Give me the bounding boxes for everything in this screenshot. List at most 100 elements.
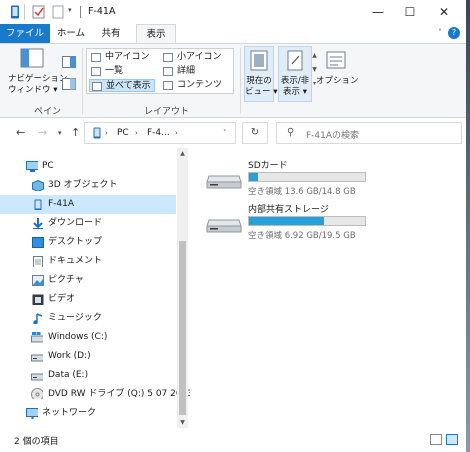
back-button[interactable]: ←: [16, 126, 25, 139]
nav-item-label: Windows (C:): [48, 332, 108, 342]
current-view-button[interactable]: 現在の ビュー ▾: [244, 46, 277, 102]
nav-item-downloads[interactable]: ダウンロード: [0, 214, 176, 233]
phone-icon: [93, 127, 101, 139]
refresh-button[interactable]: ↻: [242, 122, 268, 144]
address-bar[interactable]: › PC › F-4... › ˅: [84, 122, 236, 144]
status-bar: 2 個の項目: [0, 428, 466, 452]
tab-home[interactable]: ホーム: [52, 24, 90, 43]
show-hide-label-2: 表示: [283, 87, 301, 97]
list-icon: [91, 67, 101, 76]
layout-list-label: 一覧: [105, 66, 124, 76]
tab-view[interactable]: 表示: [136, 24, 176, 43]
explorer-window: ▾ F-41A — ☐ ✕ ファイル ホーム 共有 表示 ˄ ? ナビゲーション…: [0, 0, 470, 452]
options-icon: [326, 51, 346, 69]
nav-item-pictures[interactable]: ピクチャ: [0, 271, 176, 290]
properties-icon[interactable]: [32, 5, 46, 19]
chevron-right-icon[interactable]: ›: [175, 129, 178, 137]
options-button[interactable]: オプション: [316, 50, 359, 87]
nav-item-label: ダウンロード: [48, 218, 103, 228]
layout-details[interactable]: 詳細: [161, 65, 231, 78]
scroll-down-icon[interactable]: ▼: [177, 417, 188, 428]
chevron-right-icon[interactable]: ›: [135, 129, 138, 137]
close-button[interactable]: ✕: [428, 0, 460, 24]
drive-icon: [206, 219, 242, 233]
layout-content-label: コンテンツ: [177, 80, 223, 90]
current-view-label: 現在の: [246, 76, 272, 86]
divider: [82, 48, 83, 114]
layout-content[interactable]: コンテンツ: [161, 79, 231, 92]
help-icon[interactable]: ?: [448, 27, 460, 39]
layout-medium-icons-label: 中アイコン: [105, 52, 150, 62]
details-view-icon[interactable]: [430, 434, 442, 445]
search-placeholder: F-41Aの検索: [306, 131, 360, 141]
address-dropdown-icon[interactable]: ˅: [223, 129, 227, 137]
preview-pane-icon[interactable]: [62, 56, 76, 68]
show-hide-icon: [287, 50, 303, 71]
layout-tiles[interactable]: 並べて表示: [89, 79, 155, 92]
nav-item-label: ドキュメント: [48, 256, 103, 266]
layout-medium-icons[interactable]: 中アイコン: [89, 51, 159, 64]
options-label: オプション: [316, 76, 359, 86]
layout-small-icons[interactable]: 小アイコン: [161, 51, 231, 64]
drive-item-internal-storage[interactable]: 内部共有ストレージ 空き領域 6.92 GB/19.5 GB: [206, 202, 456, 242]
large-icons-view-icon[interactable]: [446, 434, 458, 445]
breadcrumb-device[interactable]: F-4...: [147, 128, 170, 138]
music-icon: [33, 313, 43, 324]
nav-item-desktop[interactable]: デスクトップ: [0, 233, 176, 252]
collapse-ribbon-icon[interactable]: ˄: [438, 28, 442, 37]
title-bar: ▾ F-41A — ☐ ✕: [0, 0, 466, 24]
layout-group-label: レイアウト: [144, 107, 190, 117]
tab-share[interactable]: 共有: [92, 24, 130, 43]
maximize-button[interactable]: ☐: [394, 0, 426, 24]
nav-item-label: ミュージック: [48, 313, 102, 323]
scrollbar-thumb[interactable]: [179, 241, 186, 415]
minimize-button[interactable]: —: [362, 0, 394, 24]
content-pane: SDカード 空き領域 13.6 GB/14.8 GB 内部共有ストレージ 空き領…: [190, 148, 466, 428]
storage-usage-bar: [248, 216, 366, 226]
storage-usage-bar: [248, 172, 366, 182]
storage-usage-fill: [249, 173, 259, 181]
nav-item-3d-objects[interactable]: 3D オブジェクト: [0, 176, 176, 195]
nav-item-network[interactable]: ネットワーク: [0, 404, 176, 423]
videos-icon: [32, 294, 44, 305]
nav-item-videos[interactable]: ビデオ: [0, 290, 176, 309]
recent-locations-icon[interactable]: ▾: [58, 129, 62, 137]
nav-item-dvd-q[interactable]: DVD RW ドライブ (Q:) 5 07 2023: [0, 385, 193, 404]
divider: [240, 48, 241, 114]
navigation-pane-button[interactable]: ナビゲーション ウィンドウ ▾: [8, 48, 67, 96]
nav-item-pc[interactable]: PC: [0, 157, 176, 176]
scroll-up-icon[interactable]: ▲: [177, 148, 188, 159]
nav-item-windows-c[interactable]: Windows (C:): [0, 328, 176, 347]
divider: [80, 6, 81, 18]
tab-file[interactable]: ファイル: [0, 24, 50, 43]
drive-icon: [206, 175, 242, 189]
nav-item-label: DVD RW ドライブ (Q:) 5 07 2023: [48, 389, 194, 399]
nav-item-documents[interactable]: ドキュメント: [0, 252, 176, 271]
navigation-pane: PC 3D オブジェクト F-41A ダウンロード デスクトップ ドキュメント …: [0, 148, 193, 428]
up-button[interactable]: ↑: [71, 126, 80, 139]
small-icons-icon: [163, 53, 173, 62]
nav-item-label: デスクトップ: [48, 237, 103, 247]
navigation-pane-label-2: ウィンドウ: [8, 85, 51, 95]
show-hide-button[interactable]: 表示/非 表示 ▾: [278, 46, 312, 102]
search-input[interactable]: ⚲ F-41Aの検索: [276, 122, 462, 144]
quick-access-dropdown-icon[interactable]: ▾: [68, 6, 72, 14]
drive-item-sd-card[interactable]: SDカード 空き領域 13.6 GB/14.8 GB: [206, 158, 456, 198]
current-view-label-2: ビュー: [245, 87, 271, 97]
layout-list[interactable]: 一覧: [89, 65, 159, 78]
nav-item-work-d[interactable]: Work (D:): [0, 347, 176, 366]
forward-button[interactable]: →: [38, 126, 47, 139]
breadcrumb-pc[interactable]: PC: [117, 128, 129, 138]
navigation-scrollbar[interactable]: ▲ ▼: [177, 148, 188, 428]
details-pane-icon[interactable]: [62, 78, 76, 90]
nav-item-f41a[interactable]: F-41A: [0, 195, 176, 214]
chevron-right-icon[interactable]: ›: [105, 129, 108, 137]
pictures-icon: [32, 275, 44, 286]
network-icon: [26, 408, 38, 419]
windows-drive-icon: [31, 332, 43, 343]
nav-item-music[interactable]: ミュージック: [0, 309, 176, 328]
dvd-icon: [31, 388, 43, 399]
new-folder-icon[interactable]: [52, 5, 66, 19]
nav-item-data-e[interactable]: Data (E:): [0, 366, 176, 385]
navigation-pane-icon: [20, 48, 44, 68]
